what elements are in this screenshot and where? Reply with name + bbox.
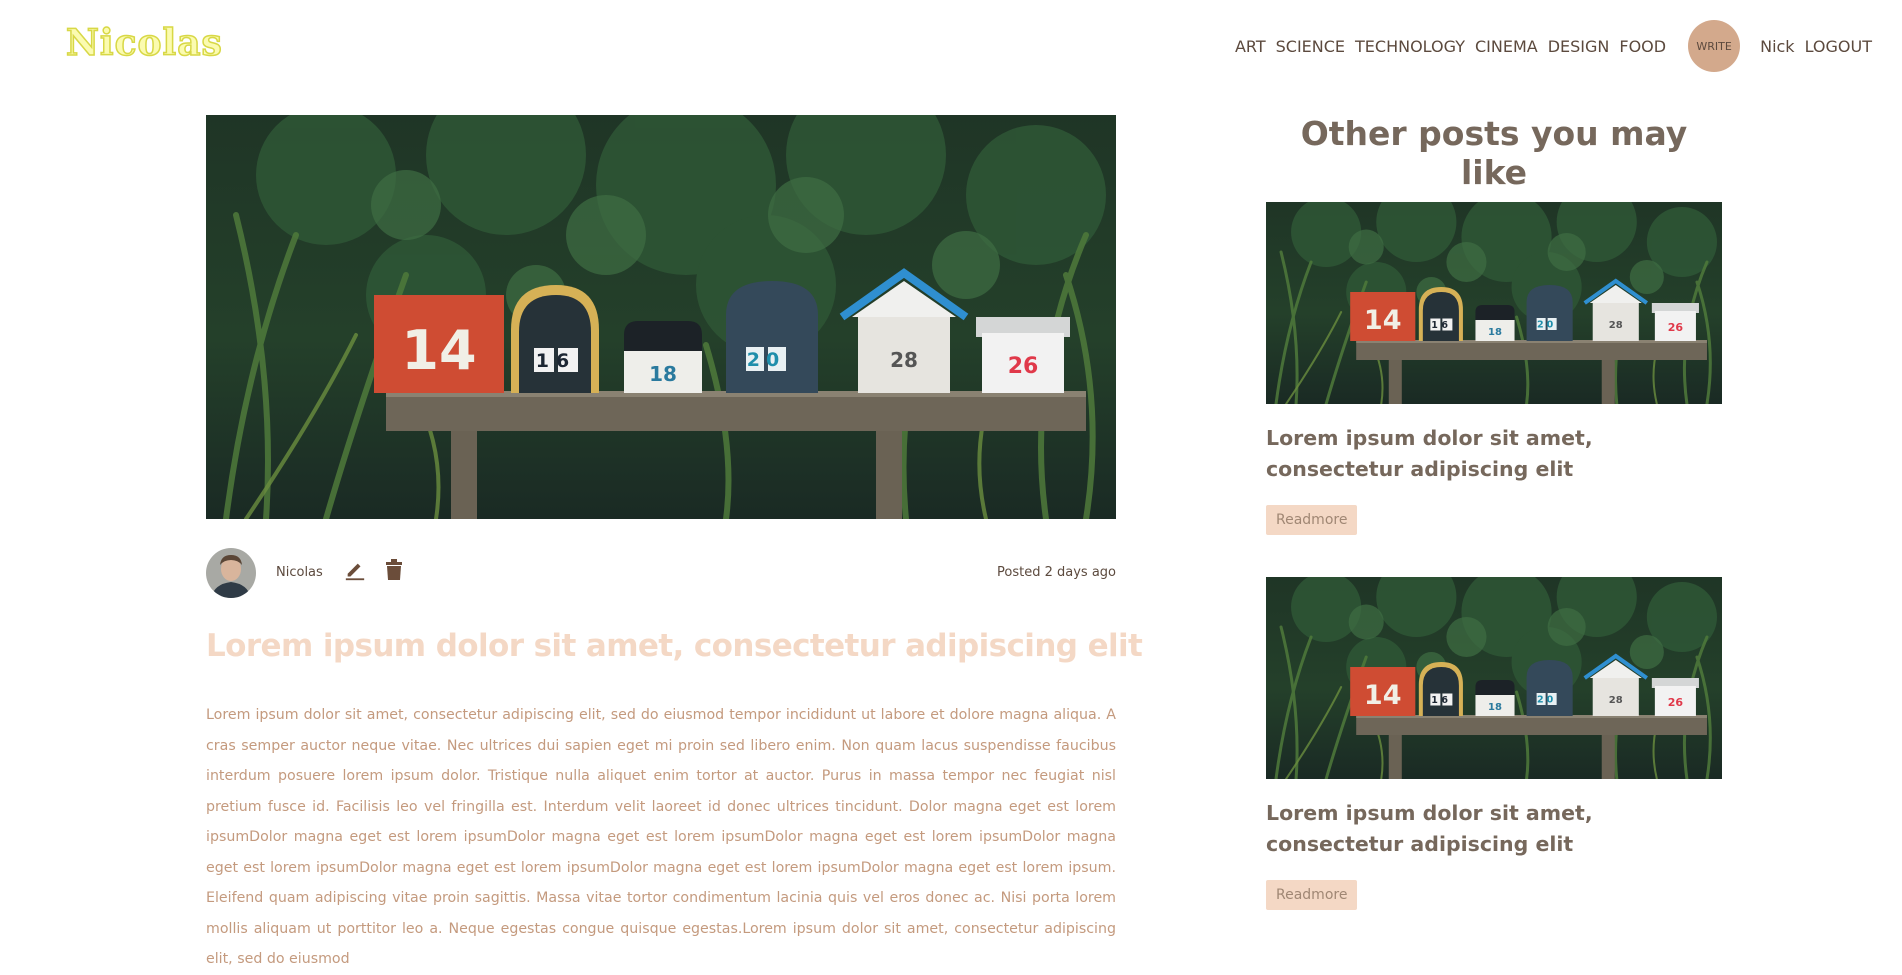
nav-link-design[interactable]: DESIGN — [1548, 37, 1610, 56]
logout-link[interactable]: LOGOUT — [1805, 37, 1872, 56]
top-navbar: Nicolas ART SCIENCE TECHNOLOGY CINEMA DE… — [0, 0, 1902, 92]
readmore-button[interactable]: Readmore — [1266, 505, 1358, 535]
nav-link-food[interactable]: FOOD — [1619, 37, 1666, 56]
post-hero-image — [206, 115, 1116, 519]
author-avatar[interactable] — [206, 548, 256, 598]
pencil-icon[interactable] — [344, 560, 366, 582]
site-logo[interactable]: Nicolas — [65, 21, 223, 65]
readmore-button[interactable]: Readmore — [1266, 880, 1358, 910]
nav-links: ART SCIENCE TECHNOLOGY CINEMA DESIGN FOO… — [1235, 20, 1872, 72]
post-date: Posted 2 days ago — [997, 565, 1116, 580]
post-meta: Nicolas Posted 2 days ago — [206, 548, 1116, 600]
related-post-title[interactable]: Lorem ipsum dolor sit amet, consectetur … — [1266, 798, 1722, 860]
related-post-image[interactable] — [1266, 202, 1722, 404]
post-body: Lorem ipsum dolor sit amet, consectetur … — [206, 707, 1116, 967]
nav-username[interactable]: Nick — [1760, 37, 1794, 56]
related-post-image[interactable] — [1266, 577, 1722, 779]
post-author-name[interactable]: Nicolas — [276, 565, 323, 580]
trash-icon[interactable] — [384, 559, 404, 581]
related-post-title[interactable]: Lorem ipsum dolor sit amet, consectetur … — [1266, 423, 1722, 485]
related-posts-heading: Other posts you may like — [1300, 114, 1688, 192]
nav-link-technology[interactable]: TECHNOLOGY — [1355, 37, 1465, 56]
nav-link-art[interactable]: ART — [1235, 37, 1266, 56]
post-title: Lorem ipsum dolor sit amet, consectetur … — [206, 628, 1143, 664]
nav-link-science[interactable]: SCIENCE — [1276, 37, 1345, 56]
nav-link-cinema[interactable]: CINEMA — [1475, 37, 1538, 56]
write-button[interactable]: WRITE — [1688, 20, 1741, 72]
